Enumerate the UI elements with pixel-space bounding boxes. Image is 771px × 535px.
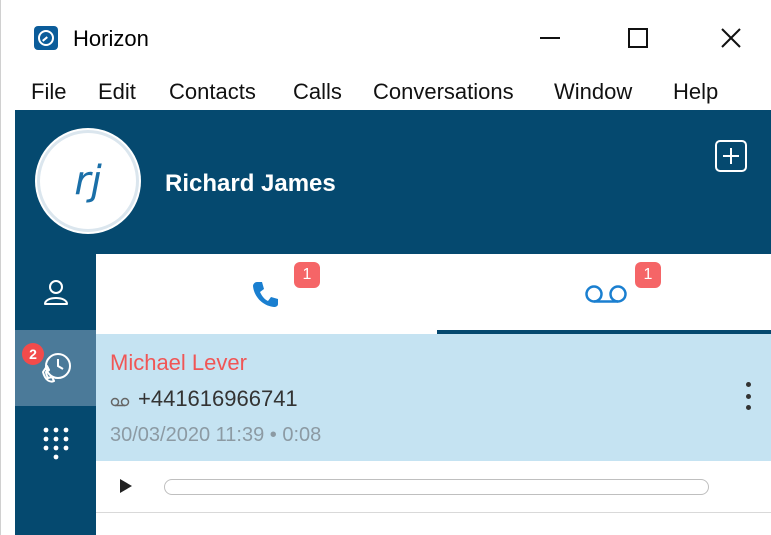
voicemail-meta: 30/03/2020 11:39 • 0:08 — [110, 424, 322, 446]
close-button[interactable] — [711, 20, 751, 56]
voicemail-player — [96, 461, 771, 513]
voicemail-small-icon — [110, 397, 130, 407]
avatar-initials: rj — [74, 158, 102, 204]
plus-square-icon[interactable] — [715, 140, 747, 172]
voicemail-list-item[interactable]: Michael Lever +441616966741 30/03/2020 1… — [96, 334, 771, 461]
tab-voicemail[interactable]: 1 — [437, 254, 771, 334]
sidebar-item-contacts[interactable] — [15, 254, 96, 330]
sidebar-item-history[interactable]: 2 — [15, 330, 96, 406]
tabs: 1 1 — [96, 254, 771, 334]
sidebar-item-dialpad[interactable] — [15, 406, 96, 482]
person-icon — [43, 280, 68, 305]
tab-calls[interactable]: 1 — [96, 254, 434, 334]
menu-help[interactable]: Help — [673, 80, 718, 104]
menu-window[interactable]: Window — [554, 80, 632, 104]
more-options-icon[interactable] — [736, 378, 760, 414]
menu-contacts[interactable]: Contacts — [169, 80, 256, 104]
menu-calls[interactable]: Calls — [293, 80, 342, 104]
menu-conversations[interactable]: Conversations — [373, 80, 514, 104]
menu-bar: File Edit Contacts Calls Conversations W… — [1, 72, 771, 110]
dialpad-icon — [43, 427, 68, 460]
avatar[interactable]: rj — [37, 130, 139, 232]
voicemail-icon — [585, 285, 627, 303]
phone-icon — [253, 282, 278, 307]
maximize-button[interactable] — [618, 20, 658, 56]
close-icon — [721, 28, 741, 48]
calls-badge: 1 — [294, 262, 320, 288]
minimize-button[interactable] — [530, 20, 570, 56]
profile-header: rj Richard James — [15, 110, 771, 254]
minimize-icon — [540, 37, 560, 39]
history-badge: 2 — [22, 343, 44, 365]
voicemail-badge: 1 — [635, 262, 661, 288]
horizon-window: Horizon File Edit Contacts Calls Convers… — [0, 0, 771, 535]
play-icon[interactable] — [120, 479, 132, 493]
title-bar: Horizon — [1, 0, 771, 72]
sidebar: 2 — [15, 254, 96, 535]
caller-name: Michael Lever — [110, 350, 247, 375]
menu-edit[interactable]: Edit — [98, 80, 136, 104]
horizon-app-icon — [34, 26, 58, 50]
window-title: Horizon — [73, 26, 149, 51]
maximize-icon — [628, 28, 648, 48]
playback-progress-bar[interactable] — [164, 479, 709, 495]
user-name: Richard James — [165, 170, 336, 197]
caller-number: +441616966741 — [138, 386, 298, 411]
menu-file[interactable]: File — [31, 80, 66, 104]
